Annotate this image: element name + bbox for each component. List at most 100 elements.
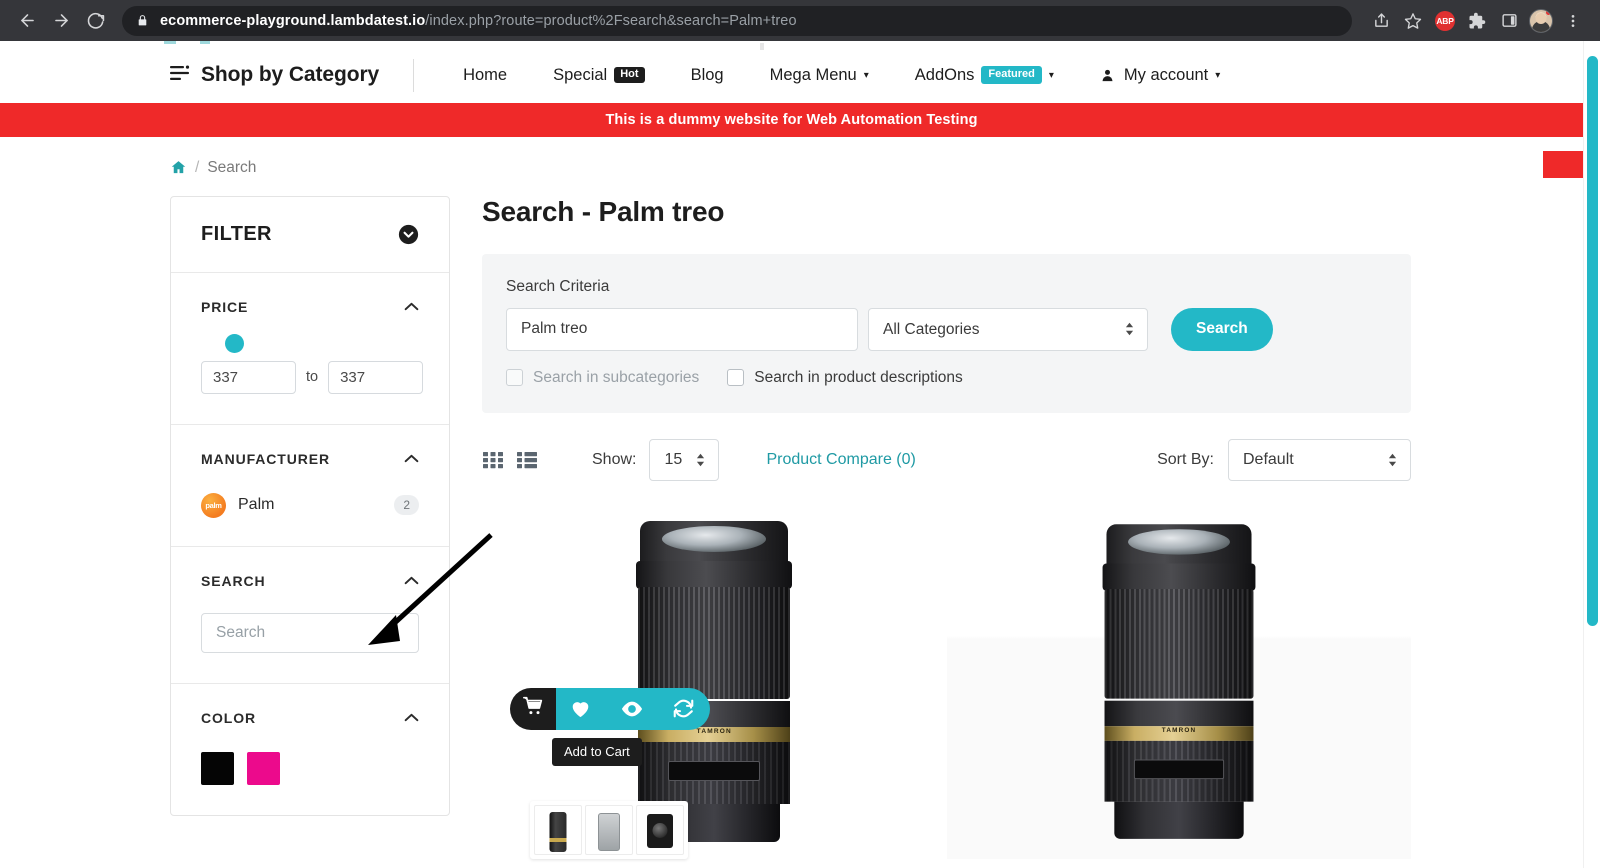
- search-criteria-row: All Categories Search: [506, 307, 1387, 351]
- nav-item-special[interactable]: Special Hot: [530, 66, 667, 85]
- chevron-up-icon[interactable]: [404, 713, 419, 722]
- filter-price-header[interactable]: PRICE: [201, 273, 419, 315]
- product-compare-link[interactable]: Product Compare (0): [766, 451, 915, 469]
- product-card-1[interactable]: TAMRON Ultrasonic Silent Drive: [368, 499, 947, 859]
- filter-color-header[interactable]: COLOR: [201, 684, 419, 726]
- nav-divider: [413, 58, 415, 92]
- nav-item-my-account[interactable]: My account ▾: [1077, 66, 1243, 85]
- nav-label: Blog: [690, 65, 724, 84]
- thumbnail-phone[interactable]: [585, 804, 633, 855]
- url-host: ecommerce-playground.lambdatest.io: [160, 12, 426, 29]
- puzzle-icon[interactable]: [1462, 6, 1492, 36]
- descriptions-checkbox[interactable]: [727, 369, 745, 386]
- avatar[interactable]: [1526, 6, 1556, 36]
- product-card-2[interactable]: TAMRON Ultrasonic Silent Drive: [946, 498, 1411, 859]
- filter-title: FILTER: [201, 222, 272, 245]
- manufacturer-name: Palm: [238, 496, 275, 513]
- back-button[interactable]: [12, 6, 42, 36]
- price-input-row: to: [201, 360, 424, 394]
- main-content: Search - Palm treo Search Criteria All C…: [368, 195, 1411, 859]
- search-query-input[interactable]: [506, 307, 858, 351]
- filter-header[interactable]: FILTER: [171, 197, 449, 272]
- page-scrollbar[interactable]: [1583, 41, 1600, 868]
- refresh-compare-icon[interactable]: [673, 698, 694, 719]
- chevron-down-icon: ▾: [863, 69, 869, 81]
- shop-by-category-button[interactable]: Shop by Category: [170, 63, 379, 87]
- nav-item-home[interactable]: Home: [440, 66, 530, 85]
- nav-item-mega-menu[interactable]: Mega Menu ▾: [747, 66, 892, 85]
- side-panel-icon[interactable]: [1494, 6, 1524, 36]
- banner-overflow-strip: [1543, 151, 1583, 178]
- share-icon[interactable]: [1366, 6, 1396, 36]
- thumbnail-lens[interactable]: [534, 804, 582, 855]
- chevron-down-icon: ▾: [1215, 69, 1221, 81]
- color-filter-body: [201, 726, 419, 815]
- nav-item-blog[interactable]: Blog: [668, 66, 747, 85]
- chevron-down-circle-icon[interactable]: [398, 224, 419, 245]
- reload-button[interactable]: [80, 6, 110, 36]
- grid-view-icon[interactable]: [482, 449, 504, 471]
- list-view-icon[interactable]: [516, 449, 538, 471]
- chevron-up-icon[interactable]: [404, 302, 419, 311]
- search-criteria-label: Search Criteria: [506, 277, 610, 295]
- shop-by-category-label: Shop by Category: [201, 63, 380, 86]
- page-content: Shop by Category Home Special Hot Blog Me…: [0, 41, 1583, 868]
- nav-item-addons[interactable]: AddOns Featured ▾: [892, 66, 1077, 85]
- color-swatch-magenta[interactable]: [247, 751, 280, 785]
- three-dot-menu-icon[interactable]: [1558, 6, 1588, 36]
- chevron-down-icon: ▾: [1048, 69, 1054, 81]
- descriptions-label[interactable]: Search in product descriptions: [754, 369, 963, 387]
- heart-icon[interactable]: [570, 699, 591, 718]
- subcategories-checkbox[interactable]: [506, 369, 523, 386]
- price-filter-body: to: [201, 315, 424, 424]
- manufacturer-item-palm[interactable]: palm Palm 2: [201, 492, 419, 518]
- show-select-wrapper: 15: [649, 438, 720, 481]
- nav-label: Special: [553, 65, 608, 84]
- adblock-plus-icon[interactable]: ABP: [1430, 6, 1460, 36]
- nav-label: Mega Menu: [769, 65, 857, 84]
- price-slider-handle[interactable]: [225, 333, 244, 353]
- star-icon[interactable]: [1398, 6, 1428, 36]
- price-max-input[interactable]: [328, 360, 424, 394]
- category-select[interactable]: All Categories: [868, 307, 1148, 351]
- sort-select[interactable]: Default: [1228, 438, 1411, 481]
- forward-button[interactable]: [46, 6, 76, 36]
- cutoff-top-sliver: [0, 41, 1583, 50]
- product-image-2[interactable]: TAMRON Ultrasonic Silent Drive: [1102, 523, 1256, 847]
- palm-logo-icon: palm: [201, 492, 226, 518]
- sort-group: Sort By: Default: [1157, 438, 1411, 481]
- hamburger-menu-icon: [170, 63, 191, 87]
- person-icon: [1100, 68, 1115, 83]
- add-to-cart-button[interactable]: [510, 687, 556, 730]
- show-select[interactable]: 15: [649, 438, 720, 481]
- search-criteria-panel: Search Criteria All Categories Search: [482, 253, 1411, 413]
- page-title: Search - Palm treo: [482, 195, 725, 227]
- nav-label: Home: [463, 65, 508, 84]
- product-thumbnail-strip-1: [530, 800, 688, 859]
- thumbnail-camera[interactable]: [636, 804, 684, 855]
- add-to-cart-tooltip: Add to Cart: [552, 737, 642, 766]
- site-navigation: Shop by Category Home Special Hot Blog Me…: [0, 47, 1583, 103]
- eye-icon[interactable]: [621, 700, 643, 718]
- price-slider[interactable]: [201, 333, 417, 353]
- home-icon[interactable]: [170, 159, 187, 176]
- cart-icon: [522, 696, 544, 721]
- filter-search-title: SEARCH: [201, 572, 266, 589]
- address-bar[interactable]: ecommerce-playground.lambdatest.io/index…: [122, 5, 1352, 36]
- filter-manufacturer-header[interactable]: MANUFACTURER: [201, 425, 419, 467]
- price-min-input[interactable]: [201, 360, 296, 394]
- nav-label: AddOns: [914, 65, 975, 84]
- view-mode-buttons: [482, 449, 538, 471]
- search-options-row: Search in subcategories Search in produc…: [506, 369, 1387, 387]
- url-text: ecommerce-playground.lambdatest.io/index…: [160, 13, 797, 29]
- filter-section-color: COLOR: [171, 682, 449, 815]
- filter-price-title: PRICE: [201, 298, 249, 315]
- subcategories-label[interactable]: Search in subcategories: [533, 369, 699, 387]
- search-button[interactable]: Search: [1171, 307, 1273, 351]
- color-swatch-black[interactable]: [201, 751, 234, 785]
- featured-badge: Featured: [981, 65, 1042, 85]
- scrollbar-thumb[interactable]: [1587, 56, 1598, 626]
- url-path: /index.php?route=product%2Fsearch&search…: [425, 12, 797, 29]
- chevron-up-icon[interactable]: [404, 454, 419, 463]
- product-list-toolbar: Show: 15 Product Compare (0) Sort By: De…: [482, 438, 1411, 481]
